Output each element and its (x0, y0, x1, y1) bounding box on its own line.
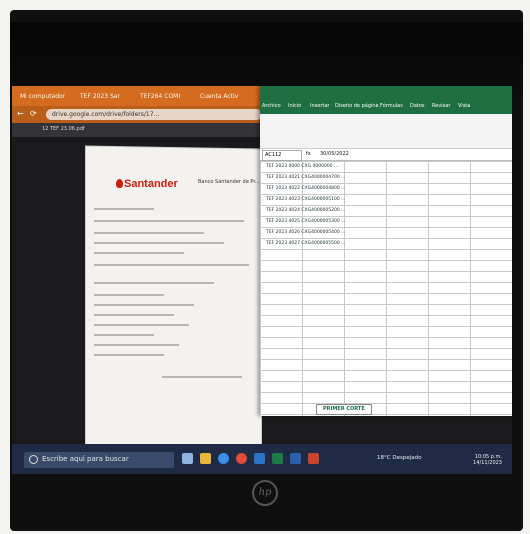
ribbon-tab[interactable]: Archivo (262, 103, 281, 109)
laptop-screen: Mi computador TEF 2023 Sar TEF264 COMI C… (12, 86, 512, 474)
sheet-tab[interactable]: PRIMER CORTE (316, 404, 372, 415)
browser-tab[interactable]: TEF264 COMI (140, 90, 180, 104)
fx-icon: fx (306, 151, 311, 157)
excel-icon[interactable] (272, 453, 283, 464)
sheet-row[interactable]: TEF 2023 4025 CXG4000005300 ... (266, 219, 345, 224)
windows-taskbar: Escribe aquí para buscar 18°C Despejado … (12, 444, 512, 474)
ribbon-tab[interactable]: Diseño de página (335, 103, 379, 109)
excel-window: Archivo Inicio Insertar Diseño de página… (260, 86, 512, 416)
system-clock[interactable]: 10:05 p.m. 14/11/2023 (473, 454, 502, 466)
formula-bar: AC112 fx 30/05/2022 (260, 149, 512, 161)
address-bar-row: ← ⟳ drive.google.com/drive/folders/17... (12, 106, 272, 123)
browser-tab-strip: Mi computador TEF 2023 Sar TEF264 COMI C… (12, 86, 272, 106)
excel-ribbon-tabs: Archivo Inicio Insertar Diseño de página… (260, 102, 512, 114)
chrome-icon[interactable] (236, 453, 247, 464)
pdf-page (86, 146, 261, 474)
sheet-row[interactable]: TEF 2023 4022 CXG4000004800 ... (266, 186, 345, 191)
santander-flame-icon (116, 179, 123, 188)
photo: Mi computador TEF 2023 Sar TEF264 COMI C… (0, 0, 530, 534)
ribbon-tab[interactable]: Fórmulas (380, 103, 403, 109)
clock-date: 14/11/2023 (473, 460, 502, 466)
ribbon-tab[interactable]: Revisar (432, 103, 450, 109)
weather-widget[interactable]: 18°C Despejado (377, 455, 421, 461)
sheet-row[interactable]: TEF 2023 4024 CXG4000005200 ... (266, 208, 345, 213)
url-input[interactable]: drive.google.com/drive/folders/17... (46, 109, 262, 120)
hp-logo: hp (252, 480, 278, 506)
back-arrow-icon[interactable]: ← (17, 109, 24, 118)
taskbar-search[interactable]: Escribe aquí para buscar (24, 452, 174, 468)
refresh-icon[interactable]: ⟳ (30, 109, 37, 118)
pdf-filename: 12 TEF 23.06.pdf (42, 126, 85, 132)
background (0, 0, 530, 10)
browser-tab[interactable]: Cuenta Activ (200, 90, 238, 104)
sheet-row[interactable]: TEF 2023 4023 CXG4000005100 ... (266, 197, 345, 202)
ribbon-tab[interactable]: Datos (410, 103, 425, 109)
excel-title-bar (260, 86, 512, 102)
sheet-row[interactable]: TEF 2023 4000 CXG 4000000 ... (266, 164, 338, 169)
pdf-brand: Santander (124, 178, 178, 190)
screen-dark-area (10, 22, 523, 96)
ribbon-tab[interactable]: Vista (458, 103, 470, 109)
ribbon-tab[interactable]: Inicio (288, 103, 301, 109)
outlook-icon[interactable] (254, 453, 265, 464)
formula-value[interactable]: 30/05/2022 (320, 150, 349, 159)
powerpoint-icon[interactable] (308, 453, 319, 464)
sheet-row[interactable]: TEF 2023 4026 CXG4000005400 ... (266, 230, 345, 235)
edge-icon[interactable] (218, 453, 229, 464)
word-icon[interactable] (290, 453, 301, 464)
browser-tab[interactable]: Mi computador (20, 90, 65, 104)
file-explorer-icon[interactable] (200, 453, 211, 464)
search-icon (29, 455, 38, 464)
sheet-row[interactable]: TEF 2023 4027 CXG4000005500 ... (266, 241, 345, 246)
search-placeholder: Escribe aquí para buscar (42, 455, 129, 463)
ribbon-tab[interactable]: Insertar (310, 103, 329, 109)
pdf-viewer-toolbar: 12 TEF 23.06.pdf (12, 123, 272, 137)
sheet-row[interactable]: TEF 2023 4021 CXG4000004700 ... (266, 175, 345, 180)
excel-ribbon (260, 114, 512, 149)
browser-tab[interactable]: TEF 2023 Sar (80, 90, 120, 104)
name-box[interactable]: AC112 (262, 150, 302, 161)
task-view-icon[interactable] (182, 453, 193, 464)
